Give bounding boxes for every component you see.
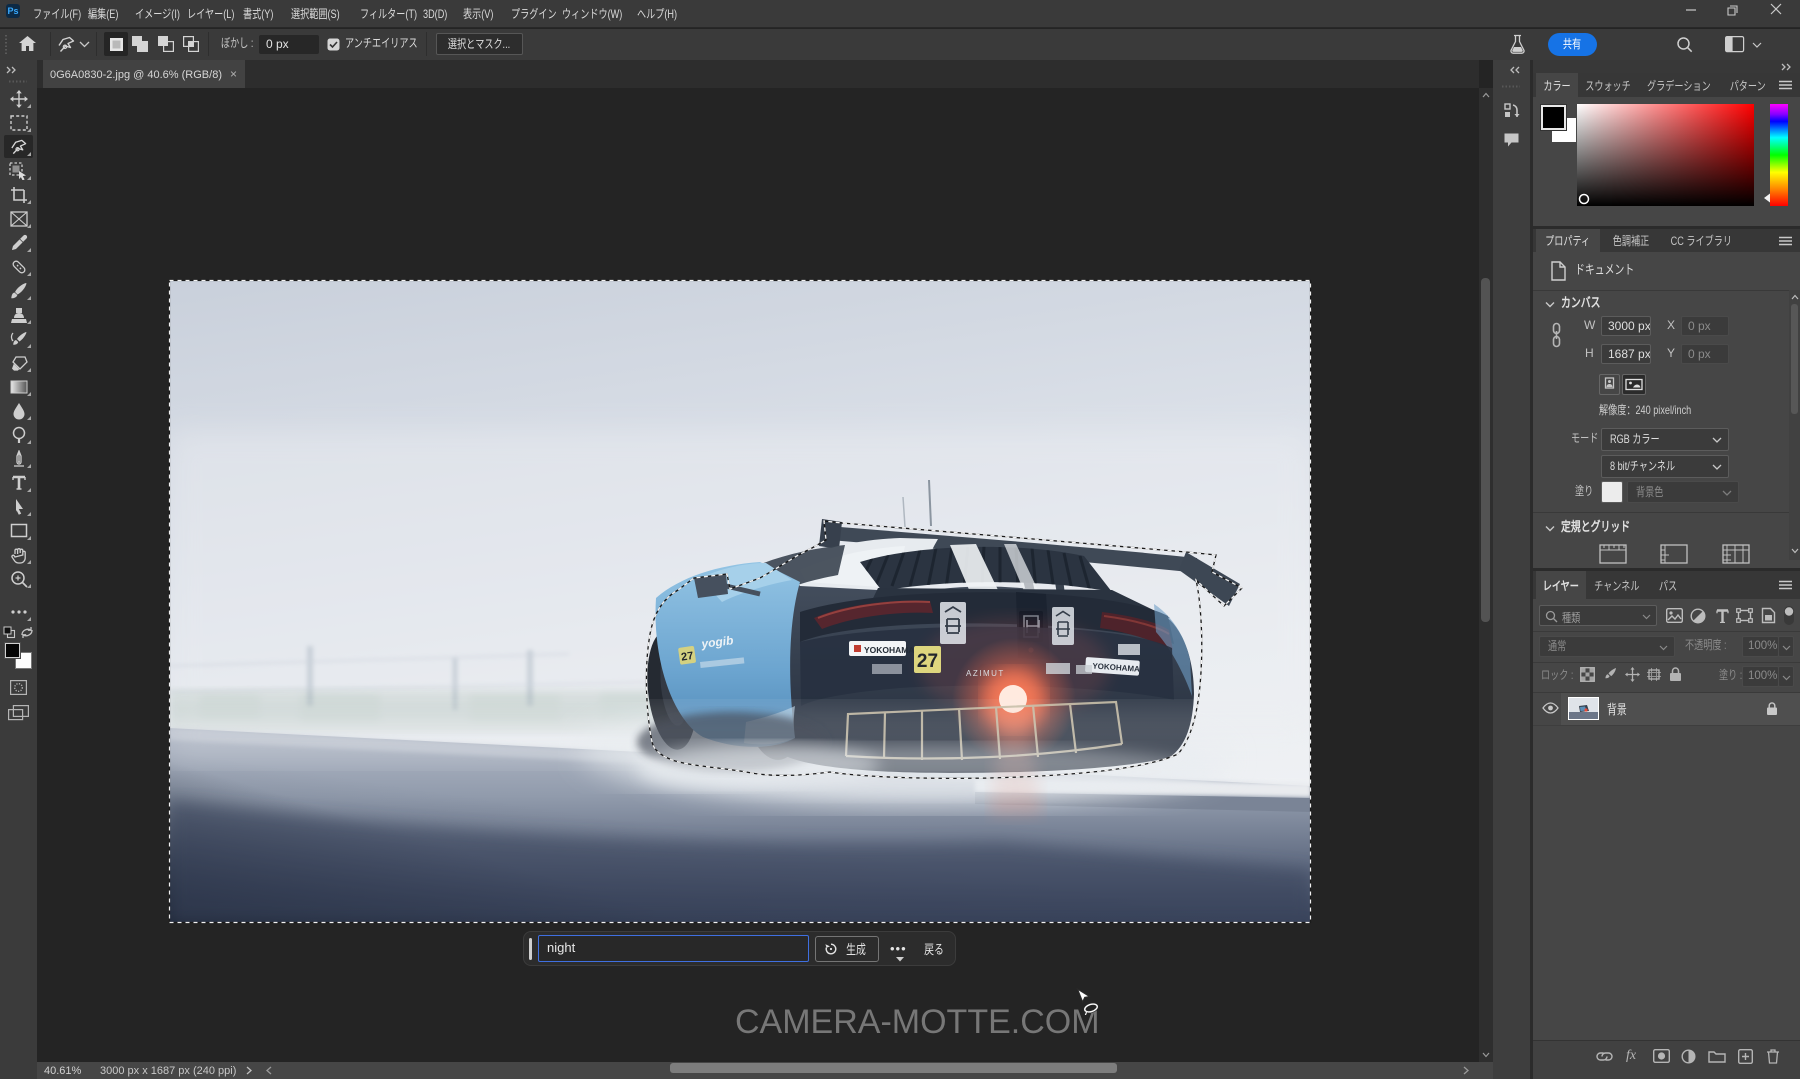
svg-text:AZIMUT: AZIMUT xyxy=(966,669,1005,678)
svg-text:27: 27 xyxy=(680,650,694,664)
svg-text:YOKOHAMA: YOKOHAMA xyxy=(864,645,915,655)
svg-text:27: 27 xyxy=(917,651,938,672)
